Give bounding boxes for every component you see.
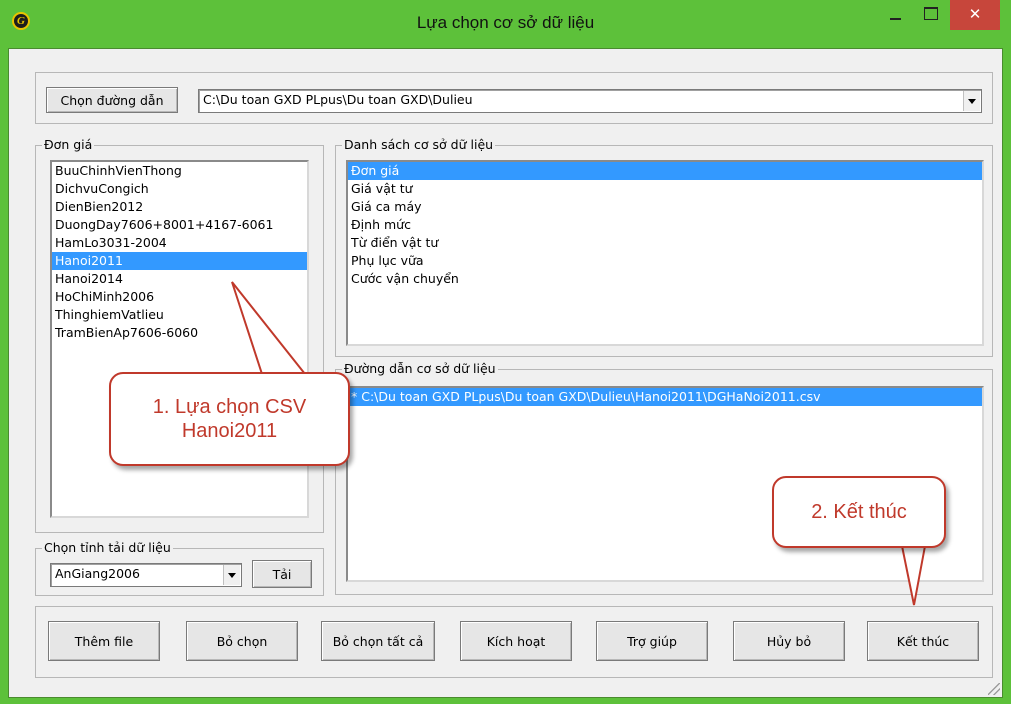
don-gia-label: Đơn giá	[42, 137, 95, 153]
don-gia-list-item[interactable]: HamLo3031-2004	[52, 234, 307, 252]
callout-step-2-text: 2. Kết thúc	[811, 501, 907, 523]
minimize-icon[interactable]	[878, 0, 912, 30]
database-path-list-item[interactable]: * C:\Du toan GXD PLpus\Du toan GXD\Dulie…	[348, 388, 982, 406]
don-gia-list-item[interactable]: DichvuCongich	[52, 180, 307, 198]
database-list-item[interactable]: Phụ lục vữa	[348, 252, 982, 270]
don-gia-list-item[interactable]: DienBien2012	[52, 198, 307, 216]
close-icon[interactable]: ✕	[950, 0, 1000, 30]
don-gia-list-item[interactable]: Hanoi2011	[52, 252, 307, 270]
don-gia-list-item[interactable]: ThinghiemVatlieu	[52, 306, 307, 324]
chevron-down-icon[interactable]	[963, 91, 980, 111]
database-list-item[interactable]: Giá ca máy	[348, 198, 982, 216]
callout-step-2: 2. Kết thúc	[772, 476, 946, 548]
path-group: Chọn đường dẫn C:\Du toan GXD PLpus\Du t…	[35, 72, 993, 124]
database-list-label: Danh sách cơ sở dữ liệu	[342, 137, 496, 153]
deselect-button[interactable]: Bỏ chọn	[186, 621, 298, 661]
load-button[interactable]: Tải	[252, 560, 312, 588]
don-gia-list-item[interactable]: DuongDay7606+8001+4167-6061	[52, 216, 307, 234]
add-file-button[interactable]: Thêm file	[48, 621, 160, 661]
title-bar[interactable]: G Lựa chọn cơ sở dữ liệu ✕	[0, 0, 1011, 48]
database-list-item[interactable]: Giá vật tư	[348, 180, 982, 198]
chevron-down-icon[interactable]	[223, 565, 240, 585]
don-gia-list-item[interactable]: TramBienAp7606-6060	[52, 324, 307, 342]
province-group: Chọn tỉnh tải dữ liệu AnGiang2006 Tải	[35, 540, 324, 596]
don-gia-list-item[interactable]: BuuChinhVienThong	[52, 162, 307, 180]
path-combobox[interactable]: C:\Du toan GXD PLpus\Du toan GXD\Dulieu	[198, 89, 982, 113]
path-value: C:\Du toan GXD PLpus\Du toan GXD\Dulieu	[203, 92, 473, 107]
database-path-label: Đường dẫn cơ sở dữ liệu	[342, 361, 498, 377]
deselect-all-button[interactable]: Bỏ chọn tất cả	[321, 621, 435, 661]
help-button[interactable]: Trợ giúp	[596, 621, 708, 661]
callout-step-1-line1: 1. Lựa chọn CSV	[152, 396, 307, 418]
province-label: Chọn tỉnh tải dữ liệu	[42, 540, 173, 556]
database-list-item[interactable]: Định mức	[348, 216, 982, 234]
database-list-item[interactable]: Cước vận chuyển	[348, 270, 982, 288]
database-list-group: Danh sách cơ sở dữ liệu Đơn giá Giá vật t…	[335, 137, 993, 357]
database-list-item[interactable]: Đơn giá	[348, 162, 982, 180]
don-gia-list-item[interactable]: Hanoi2014	[52, 270, 307, 288]
maximize-icon[interactable]	[914, 0, 948, 30]
dialog-window: G Lựa chọn cơ sở dữ liệu ✕ Chọn đường dẫ…	[0, 0, 1011, 704]
province-value: AnGiang2006	[55, 566, 140, 581]
activate-button[interactable]: Kích hoạt	[460, 621, 572, 661]
cancel-button[interactable]: Hủy bỏ	[733, 621, 845, 661]
callout-step-1-line2: Hanoi2011	[181, 420, 278, 442]
window-title: Lựa chọn cơ sở dữ liệu	[416, 13, 595, 32]
resize-grip-icon[interactable]	[988, 683, 1000, 695]
don-gia-list-item[interactable]: HoChiMinh2006	[52, 288, 307, 306]
database-list-item[interactable]: Từ điển vật tư	[348, 234, 982, 252]
callout-step-1: 1. Lựa chọn CSV Hanoi2011	[109, 372, 350, 466]
don-gia-group: Đơn giá BuuChinhVienThong DichvuCongich Di…	[35, 137, 324, 533]
action-buttons-group: Thêm file Bỏ chọn Bỏ chọn tất cả Kích ho…	[35, 606, 993, 678]
choose-path-button[interactable]: Chọn đường dẫn	[46, 87, 178, 113]
province-combobox[interactable]: AnGiang2006	[50, 563, 242, 587]
database-listbox[interactable]: Đơn giá Giá vật tư Giá ca máy Định mức Từ đi…	[346, 160, 984, 346]
finish-button[interactable]: Kết thúc	[867, 621, 979, 661]
